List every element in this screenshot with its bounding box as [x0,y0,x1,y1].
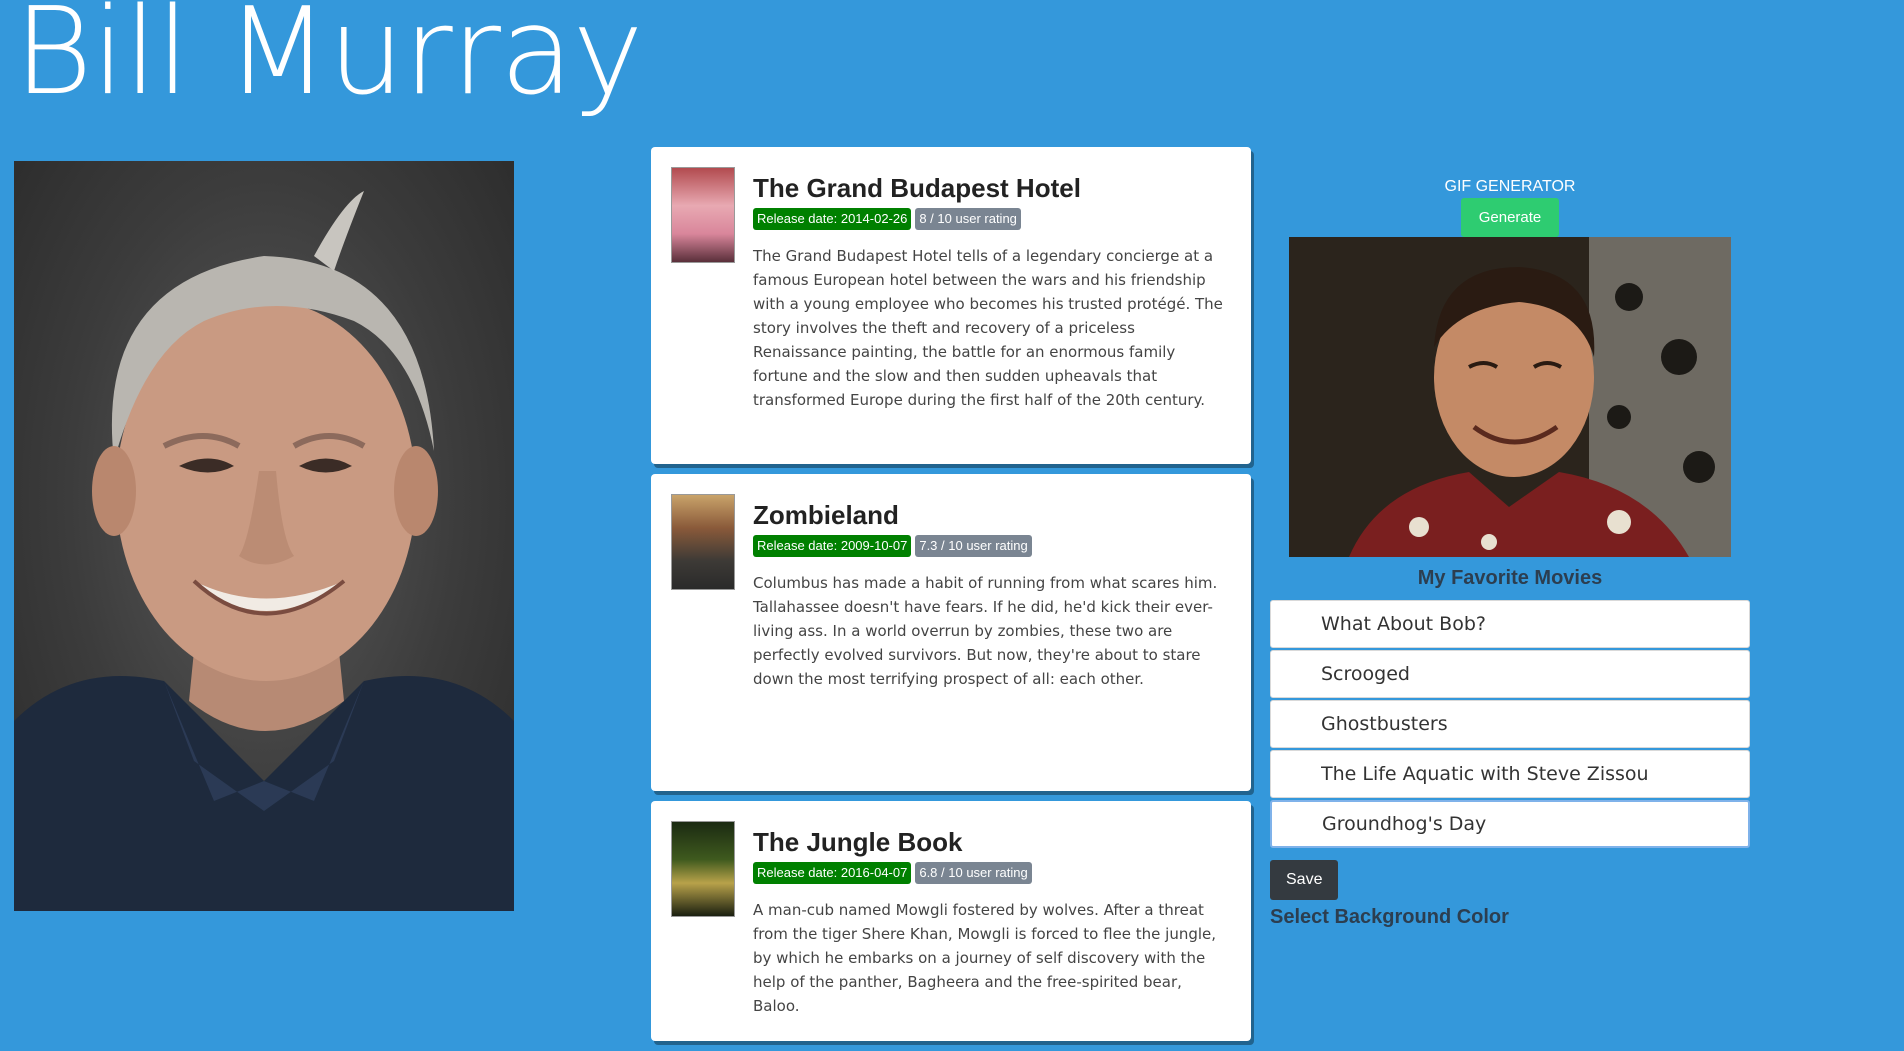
movie-poster-image [671,821,735,917]
favorite-movie-input-3[interactable] [1270,700,1750,748]
generate-button[interactable]: Generate [1460,198,1560,237]
rating-badge: 6.8 / 10 user rating [915,862,1032,884]
movie-overview: Columbus has made a habit of running fro… [753,574,1218,688]
page-title: Bill Murray [14,0,644,122]
release-date-badge: Release date: 2014-02-26 [753,208,912,230]
favorite-movie-input-1[interactable] [1270,600,1750,648]
release-date-badge: Release date: 2009-10-07 [753,535,912,557]
right-column: GIF GENERATOR Generate My Favorite Movie… [1270,170,1750,929]
gif-image [1289,237,1731,557]
movie-title: The Grand Budapest Hotel [753,173,1081,203]
rating-badge: 7.3 / 10 user rating [915,535,1032,557]
actor-portrait-image [14,161,514,911]
release-date-badge: Release date: 2016-04-07 [753,862,912,884]
movie-title: Zombieland [753,500,899,530]
movie-poster-image [671,167,735,263]
favorite-movies-heading: My Favorite Movies [1417,567,1603,589]
save-button[interactable]: Save [1270,860,1339,900]
movie-card: Zombieland Release date: 2009-10-07 7.3 … [651,474,1251,791]
movie-title: The Jungle Book [753,827,963,857]
movie-card: The Jungle Book Release date: 2016-04-07… [651,801,1251,1041]
movie-poster-image [671,494,735,590]
movie-overview: A man-cub named Mowgli fostered by wolve… [753,901,1217,1015]
movie-overview: The Grand Budapest Hotel tells of a lege… [753,247,1223,409]
select-background-color-heading: Select Background Color [1270,906,1509,928]
gif-generator-heading: GIF GENERATOR [1444,178,1576,195]
movie-list: The Grand Budapest Hotel Release date: 2… [651,147,1251,1051]
movie-card: The Grand Budapest Hotel Release date: 2… [651,147,1251,464]
favorite-movie-input-4[interactable] [1270,750,1750,798]
favorite-movie-input-2[interactable] [1270,650,1750,698]
rating-badge: 8 / 10 user rating [915,208,1021,230]
favorite-movie-input-5[interactable] [1270,800,1750,848]
